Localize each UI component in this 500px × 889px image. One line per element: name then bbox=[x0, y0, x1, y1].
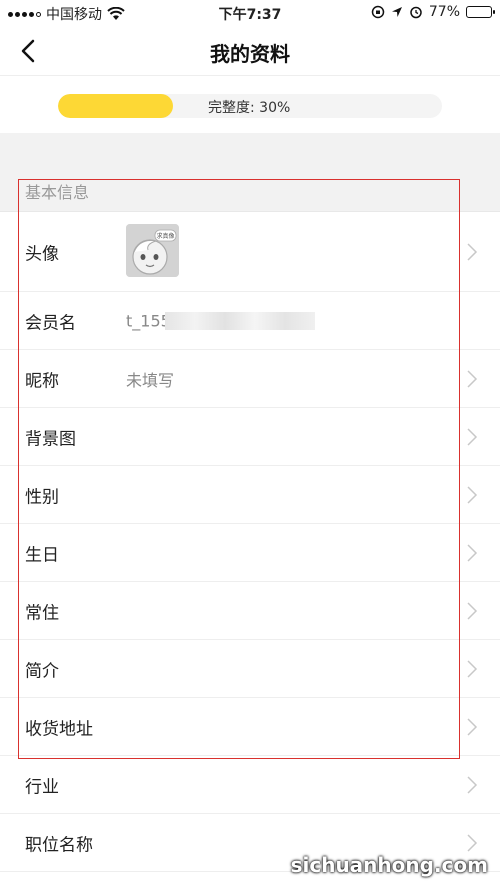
chevron-right-icon bbox=[467, 485, 478, 504]
row-label: 职位名称 bbox=[25, 835, 93, 855]
avatar-badge: 求真像 bbox=[156, 232, 174, 240]
avatar: 求真像 bbox=[126, 224, 179, 277]
section-spacer bbox=[0, 133, 500, 177]
progress-label: 完整度: 30% bbox=[208, 100, 291, 116]
row-label: 简介 bbox=[25, 661, 59, 681]
profile-completeness: 完整度: 30% bbox=[0, 77, 500, 133]
row-avatar[interactable]: 头像 求真像 bbox=[0, 212, 500, 292]
nickname-value: 未填写 bbox=[126, 370, 175, 390]
row-label: 性别 bbox=[25, 487, 59, 507]
battery-icon bbox=[466, 6, 495, 18]
chevron-right-icon bbox=[467, 369, 478, 388]
chevron-right-icon bbox=[467, 242, 478, 261]
row-bio[interactable]: 简介 bbox=[0, 640, 500, 698]
battery-percent: 77% bbox=[428, 4, 460, 20]
chevron-right-icon bbox=[467, 717, 478, 736]
row-label: 生日 bbox=[25, 545, 59, 565]
status-right: 77% bbox=[371, 4, 495, 20]
row-member-name: 会员名 t_155 bbox=[0, 292, 500, 350]
row-label: 常住 bbox=[25, 603, 59, 623]
row-gender[interactable]: 性别 bbox=[0, 466, 500, 524]
row-residence[interactable]: 常住 bbox=[0, 582, 500, 640]
chevron-right-icon bbox=[467, 601, 478, 620]
profile-list: 头像 求真像 会员名 t_155 昵称 未填写 背景图 性别 生日 常住 简介 … bbox=[0, 212, 500, 872]
watermark: sichuanhong.com bbox=[290, 853, 488, 877]
rotation-lock-icon bbox=[371, 5, 385, 19]
chevron-right-icon bbox=[467, 833, 478, 852]
row-label: 会员名 bbox=[25, 313, 76, 333]
row-birthday[interactable]: 生日 bbox=[0, 524, 500, 582]
row-label: 背景图 bbox=[25, 429, 76, 449]
chevron-right-icon bbox=[467, 775, 478, 794]
row-nickname[interactable]: 昵称 未填写 bbox=[0, 350, 500, 408]
chevron-right-icon bbox=[467, 659, 478, 678]
page-title: 我的资料 bbox=[210, 42, 290, 66]
avatar-image: 求真像 bbox=[126, 224, 179, 277]
progress-fill bbox=[58, 94, 174, 118]
status-bar: 中国移动 下午7:37 77% bbox=[0, 0, 500, 26]
section-header: 基本信息 bbox=[0, 177, 500, 212]
row-label: 行业 bbox=[25, 777, 59, 797]
row-shipping-address[interactable]: 收货地址 bbox=[0, 698, 500, 756]
alarm-icon bbox=[410, 6, 422, 19]
section-title: 基本信息 bbox=[25, 183, 90, 202]
row-label: 头像 bbox=[25, 244, 59, 264]
chevron-right-icon bbox=[467, 543, 478, 562]
location-icon bbox=[391, 7, 402, 17]
redaction-blur bbox=[165, 311, 315, 330]
row-label: 昵称 bbox=[25, 371, 59, 391]
nav-bar: 我的资料 bbox=[0, 26, 500, 76]
row-industry[interactable]: 行业 bbox=[0, 756, 500, 814]
chevron-right-icon bbox=[467, 427, 478, 446]
row-background[interactable]: 背景图 bbox=[0, 408, 500, 466]
row-label: 收货地址 bbox=[25, 719, 93, 739]
